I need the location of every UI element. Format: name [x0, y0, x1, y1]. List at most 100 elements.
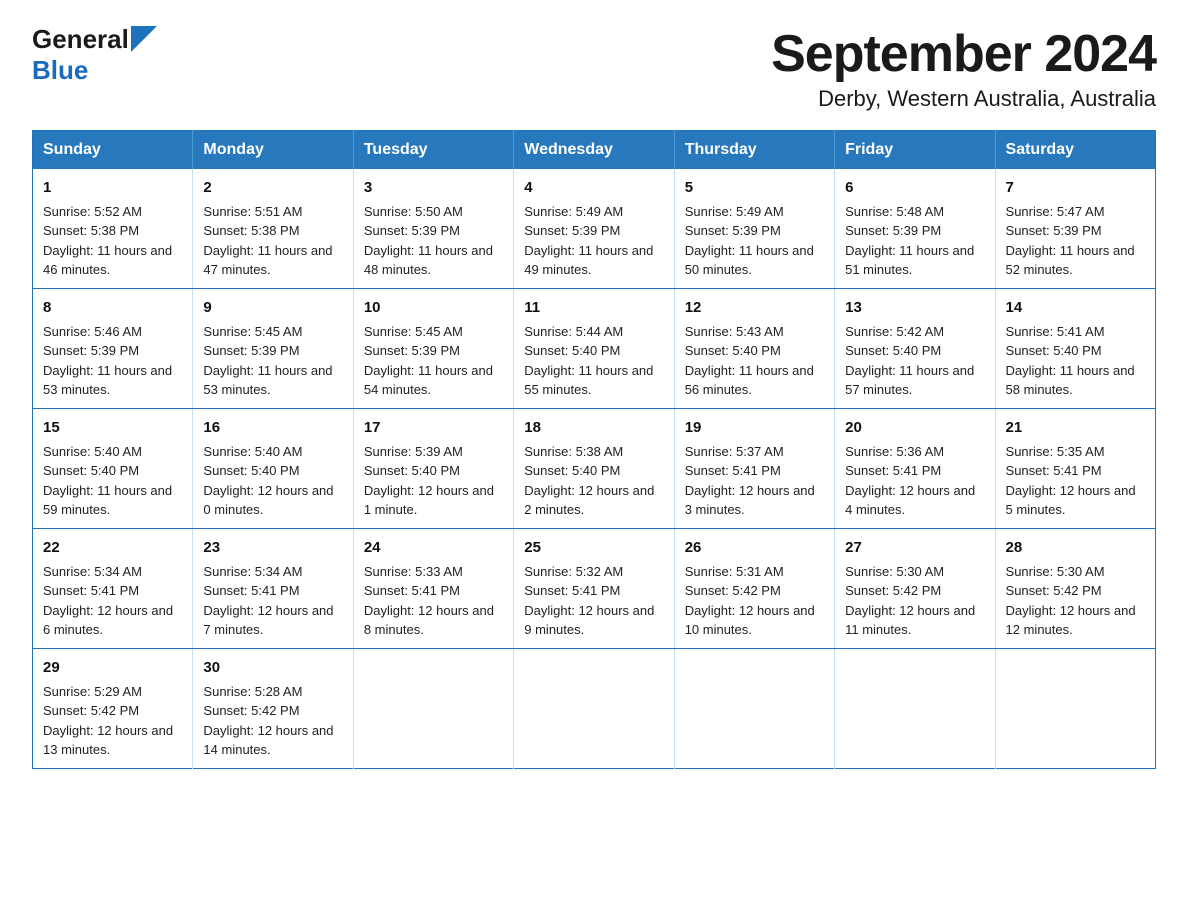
day-number: 15 — [43, 417, 182, 439]
day-info: Sunrise: 5:52 AMSunset: 5:38 PMDaylight:… — [43, 204, 172, 278]
day-info: Sunrise: 5:37 AMSunset: 5:41 PMDaylight:… — [685, 444, 815, 518]
day-info: Sunrise: 5:29 AMSunset: 5:42 PMDaylight:… — [43, 684, 173, 758]
table-row: 3 Sunrise: 5:50 AMSunset: 5:39 PMDayligh… — [353, 169, 513, 289]
day-info: Sunrise: 5:48 AMSunset: 5:39 PMDaylight:… — [845, 204, 974, 278]
day-number: 29 — [43, 657, 182, 679]
table-row: 23 Sunrise: 5:34 AMSunset: 5:41 PMDaylig… — [193, 529, 353, 649]
day-info: Sunrise: 5:30 AMSunset: 5:42 PMDaylight:… — [845, 564, 975, 638]
day-number: 12 — [685, 297, 824, 319]
logo-triangle-icon — [131, 26, 157, 52]
day-number: 9 — [203, 297, 342, 319]
day-number: 20 — [845, 417, 984, 439]
day-info: Sunrise: 5:33 AMSunset: 5:41 PMDaylight:… — [364, 564, 494, 638]
table-row: 7 Sunrise: 5:47 AMSunset: 5:39 PMDayligh… — [995, 169, 1155, 289]
day-info: Sunrise: 5:34 AMSunset: 5:41 PMDaylight:… — [43, 564, 173, 638]
day-number: 17 — [364, 417, 503, 439]
day-info: Sunrise: 5:39 AMSunset: 5:40 PMDaylight:… — [364, 444, 494, 518]
table-row: 25 Sunrise: 5:32 AMSunset: 5:41 PMDaylig… — [514, 529, 674, 649]
day-number: 11 — [524, 297, 663, 319]
table-row: 29 Sunrise: 5:29 AMSunset: 5:42 PMDaylig… — [33, 649, 193, 769]
col-saturday: Saturday — [995, 131, 1155, 170]
calendar-week-row: 1 Sunrise: 5:52 AMSunset: 5:38 PMDayligh… — [33, 169, 1156, 289]
day-number: 10 — [364, 297, 503, 319]
day-number: 5 — [685, 177, 824, 199]
title-area: September 2024 Derby, Western Australia,… — [771, 24, 1156, 112]
day-info: Sunrise: 5:31 AMSunset: 5:42 PMDaylight:… — [685, 564, 815, 638]
page-header: General Blue September 2024 Derby, Weste… — [32, 24, 1156, 112]
day-number: 23 — [203, 537, 342, 559]
day-info: Sunrise: 5:50 AMSunset: 5:39 PMDaylight:… — [364, 204, 493, 278]
col-wednesday: Wednesday — [514, 131, 674, 170]
day-number: 19 — [685, 417, 824, 439]
day-number: 13 — [845, 297, 984, 319]
calendar-subtitle: Derby, Western Australia, Australia — [771, 86, 1156, 112]
day-number: 2 — [203, 177, 342, 199]
table-row: 24 Sunrise: 5:33 AMSunset: 5:41 PMDaylig… — [353, 529, 513, 649]
day-number: 16 — [203, 417, 342, 439]
calendar-week-row: 8 Sunrise: 5:46 AMSunset: 5:39 PMDayligh… — [33, 289, 1156, 409]
table-row — [995, 649, 1155, 769]
day-number: 8 — [43, 297, 182, 319]
table-row: 4 Sunrise: 5:49 AMSunset: 5:39 PMDayligh… — [514, 169, 674, 289]
table-row: 30 Sunrise: 5:28 AMSunset: 5:42 PMDaylig… — [193, 649, 353, 769]
col-thursday: Thursday — [674, 131, 834, 170]
col-friday: Friday — [835, 131, 995, 170]
logo: General Blue — [32, 24, 157, 86]
day-number: 26 — [685, 537, 824, 559]
table-row — [353, 649, 513, 769]
day-number: 3 — [364, 177, 503, 199]
col-monday: Monday — [193, 131, 353, 170]
day-info: Sunrise: 5:34 AMSunset: 5:41 PMDaylight:… — [203, 564, 333, 638]
table-row: 14 Sunrise: 5:41 AMSunset: 5:40 PMDaylig… — [995, 289, 1155, 409]
day-info: Sunrise: 5:38 AMSunset: 5:40 PMDaylight:… — [524, 444, 654, 518]
day-info: Sunrise: 5:46 AMSunset: 5:39 PMDaylight:… — [43, 324, 172, 398]
day-number: 4 — [524, 177, 663, 199]
table-row — [674, 649, 834, 769]
calendar-week-row: 22 Sunrise: 5:34 AMSunset: 5:41 PMDaylig… — [33, 529, 1156, 649]
day-info: Sunrise: 5:49 AMSunset: 5:39 PMDaylight:… — [524, 204, 653, 278]
logo-blue: Blue — [32, 55, 88, 85]
table-row: 5 Sunrise: 5:49 AMSunset: 5:39 PMDayligh… — [674, 169, 834, 289]
day-info: Sunrise: 5:40 AMSunset: 5:40 PMDaylight:… — [203, 444, 333, 518]
table-row: 9 Sunrise: 5:45 AMSunset: 5:39 PMDayligh… — [193, 289, 353, 409]
table-row: 6 Sunrise: 5:48 AMSunset: 5:39 PMDayligh… — [835, 169, 995, 289]
day-info: Sunrise: 5:41 AMSunset: 5:40 PMDaylight:… — [1006, 324, 1135, 398]
day-number: 18 — [524, 417, 663, 439]
table-row: 11 Sunrise: 5:44 AMSunset: 5:40 PMDaylig… — [514, 289, 674, 409]
table-row: 15 Sunrise: 5:40 AMSunset: 5:40 PMDaylig… — [33, 409, 193, 529]
table-row: 18 Sunrise: 5:38 AMSunset: 5:40 PMDaylig… — [514, 409, 674, 529]
table-row: 22 Sunrise: 5:34 AMSunset: 5:41 PMDaylig… — [33, 529, 193, 649]
table-row: 17 Sunrise: 5:39 AMSunset: 5:40 PMDaylig… — [353, 409, 513, 529]
calendar-header-row: Sunday Monday Tuesday Wednesday Thursday… — [33, 131, 1156, 170]
day-info: Sunrise: 5:40 AMSunset: 5:40 PMDaylight:… — [43, 444, 172, 518]
calendar-table: Sunday Monday Tuesday Wednesday Thursday… — [32, 130, 1156, 769]
table-row: 19 Sunrise: 5:37 AMSunset: 5:41 PMDaylig… — [674, 409, 834, 529]
day-number: 25 — [524, 537, 663, 559]
table-row: 2 Sunrise: 5:51 AMSunset: 5:38 PMDayligh… — [193, 169, 353, 289]
table-row: 16 Sunrise: 5:40 AMSunset: 5:40 PMDaylig… — [193, 409, 353, 529]
table-row: 12 Sunrise: 5:43 AMSunset: 5:40 PMDaylig… — [674, 289, 834, 409]
day-number: 7 — [1006, 177, 1145, 199]
table-row — [835, 649, 995, 769]
day-info: Sunrise: 5:35 AMSunset: 5:41 PMDaylight:… — [1006, 444, 1136, 518]
table-row: 20 Sunrise: 5:36 AMSunset: 5:41 PMDaylig… — [835, 409, 995, 529]
table-row: 27 Sunrise: 5:30 AMSunset: 5:42 PMDaylig… — [835, 529, 995, 649]
table-row: 21 Sunrise: 5:35 AMSunset: 5:41 PMDaylig… — [995, 409, 1155, 529]
table-row: 10 Sunrise: 5:45 AMSunset: 5:39 PMDaylig… — [353, 289, 513, 409]
table-row: 8 Sunrise: 5:46 AMSunset: 5:39 PMDayligh… — [33, 289, 193, 409]
day-info: Sunrise: 5:36 AMSunset: 5:41 PMDaylight:… — [845, 444, 975, 518]
day-number: 21 — [1006, 417, 1145, 439]
day-info: Sunrise: 5:32 AMSunset: 5:41 PMDaylight:… — [524, 564, 654, 638]
day-info: Sunrise: 5:44 AMSunset: 5:40 PMDaylight:… — [524, 324, 653, 398]
day-info: Sunrise: 5:28 AMSunset: 5:42 PMDaylight:… — [203, 684, 333, 758]
day-info: Sunrise: 5:45 AMSunset: 5:39 PMDaylight:… — [203, 324, 332, 398]
day-info: Sunrise: 5:43 AMSunset: 5:40 PMDaylight:… — [685, 324, 814, 398]
day-number: 24 — [364, 537, 503, 559]
table-row: 1 Sunrise: 5:52 AMSunset: 5:38 PMDayligh… — [33, 169, 193, 289]
calendar-week-row: 15 Sunrise: 5:40 AMSunset: 5:40 PMDaylig… — [33, 409, 1156, 529]
day-info: Sunrise: 5:49 AMSunset: 5:39 PMDaylight:… — [685, 204, 814, 278]
day-info: Sunrise: 5:30 AMSunset: 5:42 PMDaylight:… — [1006, 564, 1136, 638]
day-info: Sunrise: 5:47 AMSunset: 5:39 PMDaylight:… — [1006, 204, 1135, 278]
col-sunday: Sunday — [33, 131, 193, 170]
day-number: 30 — [203, 657, 342, 679]
